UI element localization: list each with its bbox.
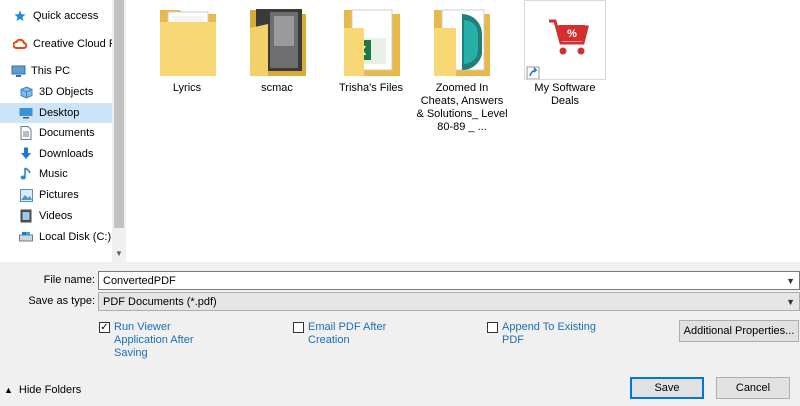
chevron-down-icon[interactable]: ▼ [786, 274, 795, 288]
email-pdf-label[interactable]: Email PDF After Creation [308, 321, 393, 347]
save-type-value: PDF Documents (*.pdf) [103, 296, 217, 308]
nav-label: Videos [39, 210, 73, 222]
nav-item-downloads[interactable]: Downloads [0, 144, 112, 164]
creative-cloud-icon [12, 36, 28, 52]
file-item-lyrics[interactable]: Lyrics [146, 0, 228, 95]
run-viewer-option[interactable]: ✓ Run Viewer Application After Saving [99, 321, 209, 360]
nav-item-3d-objects[interactable]: 3D Objects [0, 82, 112, 102]
desktop-icon [18, 105, 34, 121]
video-icon [18, 208, 34, 224]
nav-item-local-disk[interactable]: Local Disk (C:) [0, 227, 112, 247]
file-name: Zoomed In Cheats, Answers & Solutions_ L… [416, 82, 508, 133]
folder-icon [416, 0, 508, 80]
navigation-pane: Quick access Creative Cloud Fil This PC … [0, 0, 112, 262]
file-name-value: ConvertedPDF [103, 275, 176, 287]
nav-label: This PC [31, 65, 71, 77]
nav-item-desktop[interactable]: Desktop [0, 103, 112, 123]
pictures-icon [18, 187, 34, 203]
email-pdf-checkbox[interactable] [293, 322, 304, 333]
nav-label: Music [39, 168, 68, 180]
save-type-label: Save as type: [28, 295, 95, 307]
file-item-trishas-files[interactable]: X Trisha's Files [330, 0, 412, 95]
nav-item-creative-cloud[interactable]: Creative Cloud Fil [0, 34, 112, 54]
email-pdf-option[interactable]: Email PDF After Creation [293, 321, 393, 347]
append-checkbox[interactable] [487, 322, 498, 333]
nav-label: Pictures [39, 189, 79, 201]
chevron-down-icon[interactable]: ▼ [786, 295, 795, 309]
file-item-scmac[interactable]: scmac [236, 0, 318, 95]
file-item-zoomed-in[interactable]: Zoomed In Cheats, Answers & Solutions_ L… [416, 0, 508, 134]
file-name-label: File name: [43, 274, 95, 286]
nav-item-music[interactable]: Music [0, 164, 112, 184]
append-label[interactable]: Append To Existing PDF [502, 321, 597, 347]
hide-folders-toggle[interactable]: ▲ Hide Folders [4, 384, 81, 396]
nav-item-quick-access[interactable]: Quick access [0, 6, 112, 26]
file-name: Trisha's Files [338, 82, 404, 94]
shortcut-cart-icon: % [524, 0, 606, 80]
folder-icon [236, 0, 318, 80]
cancel-button[interactable]: Cancel [716, 377, 790, 399]
file-name: scmac [261, 82, 293, 94]
scroll-down-icon[interactable]: ▼ [112, 248, 126, 260]
file-item-my-software-deals[interactable]: % My Software Deals [524, 0, 606, 108]
file-name-input[interactable]: ConvertedPDF ▼ [98, 271, 800, 290]
svg-text:%: % [567, 28, 577, 40]
documents-icon [18, 125, 34, 141]
hide-folders-label: Hide Folders [18, 384, 82, 396]
download-icon [18, 146, 34, 162]
chevron-up-icon: ▲ [4, 385, 13, 395]
save-button[interactable]: Save [630, 377, 704, 399]
save-type-select[interactable]: PDF Documents (*.pdf) ▼ [98, 292, 800, 311]
additional-properties-button[interactable]: Additional Properties... [679, 320, 799, 342]
file-name: My Software Deals [534, 82, 596, 107]
run-viewer-checkbox[interactable]: ✓ [99, 322, 110, 333]
nav-label: 3D Objects [39, 86, 94, 98]
nav-label: Desktop [39, 107, 80, 119]
append-option[interactable]: Append To Existing PDF [487, 321, 597, 347]
disk-icon [18, 229, 34, 245]
nav-item-documents[interactable]: Documents [0, 123, 112, 143]
nav-label: Downloads [39, 148, 94, 160]
scrollbar-thumb[interactable] [114, 0, 124, 228]
nav-label: Quick access [33, 10, 99, 22]
nav-item-pictures[interactable]: Pictures [0, 185, 112, 205]
nav-label: Local Disk (C:) [39, 231, 112, 243]
nav-label: Creative Cloud Fil [33, 38, 112, 50]
nav-item-videos[interactable]: Videos [0, 206, 112, 226]
music-icon [18, 166, 34, 182]
run-viewer-label[interactable]: Run Viewer Application After Saving [114, 321, 209, 360]
nav-item-this-pc[interactable]: This PC [0, 61, 112, 81]
folder-excel-icon: X [330, 0, 412, 80]
computer-icon [10, 63, 26, 79]
cube-icon [18, 84, 34, 100]
folder-icon [146, 0, 228, 80]
file-list: Lyrics scmac X Trisha's File [126, 0, 800, 262]
nav-label: Documents [39, 127, 95, 139]
star-icon [12, 8, 28, 24]
file-name: Lyrics [172, 82, 202, 94]
nav-scrollbar[interactable]: ▼ [112, 0, 126, 262]
